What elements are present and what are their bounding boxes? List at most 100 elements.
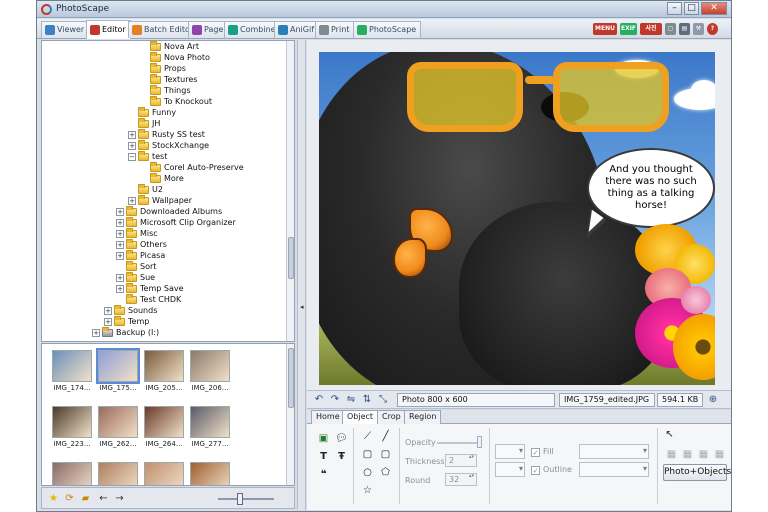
tree-item[interactable]: Test CHDK bbox=[126, 293, 181, 305]
speech-bubble[interactable]: And you thought there was no such thing … bbox=[587, 148, 715, 228]
flip-horizontal-icon[interactable]: ⇋ bbox=[345, 394, 357, 406]
tree-item[interactable]: Nova Photo bbox=[150, 51, 210, 63]
tree-item[interactable]: + Others bbox=[116, 238, 167, 250]
text-tool-icon[interactable]: T bbox=[317, 450, 330, 463]
bring-front-icon[interactable]: ▦ bbox=[665, 448, 678, 461]
line-tool-icon[interactable]: ╱ bbox=[379, 430, 392, 443]
tree-item[interactable]: U2 bbox=[138, 183, 163, 195]
thumbnail-item[interactable] bbox=[188, 460, 232, 485]
insert-photo-icon[interactable]: ▣ bbox=[317, 432, 330, 445]
select-arrow-icon[interactable]: ↖ bbox=[663, 428, 676, 441]
minimize-icon[interactable]: – bbox=[667, 2, 682, 15]
tree-item[interactable]: Funny bbox=[138, 106, 176, 118]
tree-item[interactable]: Nova Art bbox=[150, 41, 199, 52]
star-shape-icon[interactable]: ☆ bbox=[361, 484, 374, 497]
help-icon[interactable]: ? bbox=[707, 23, 718, 35]
menu-button[interactable]: MENU bbox=[593, 23, 617, 35]
tree-item[interactable]: + Backup (I:) bbox=[92, 326, 159, 338]
expand-icon[interactable]: + bbox=[116, 251, 124, 260]
tab-page[interactable]: Page bbox=[188, 21, 229, 38]
outline-checkbox[interactable]: ✓ bbox=[531, 466, 540, 475]
expand-icon[interactable]: + bbox=[128, 130, 136, 139]
thumbnail-item[interactable]: IMG_174... bbox=[50, 348, 94, 398]
expand-icon[interactable]: + bbox=[116, 218, 124, 227]
tree-item[interactable]: − test bbox=[128, 150, 167, 162]
tree-item[interactable]: + Sounds bbox=[104, 304, 157, 316]
expand-icon[interactable]: + bbox=[128, 196, 136, 205]
expand-icon[interactable]: + bbox=[116, 273, 124, 282]
expand-icon[interactable]: + bbox=[116, 229, 124, 238]
refresh-folder-icon[interactable]: ⟳ bbox=[64, 493, 75, 504]
tree-scroll-thumb[interactable] bbox=[288, 237, 294, 279]
rectangle-icon[interactable]: ▢ bbox=[361, 448, 374, 461]
thumbnail-item[interactable] bbox=[142, 460, 186, 485]
tree-item[interactable]: + Rusty SS test bbox=[128, 128, 205, 140]
thumbnail-size-slider-thumb[interactable] bbox=[237, 493, 243, 505]
butterfly-object[interactable] bbox=[391, 208, 461, 284]
collapse-arrow-icon[interactable]: ◂ bbox=[300, 303, 304, 311]
rounded-rectangle-icon[interactable]: ▢ bbox=[379, 448, 392, 461]
speech-balloon-icon[interactable]: 💬︎ bbox=[335, 432, 348, 445]
resize-icon[interactable]: ⤡ bbox=[377, 394, 389, 406]
tree-scrollbar[interactable] bbox=[286, 41, 294, 341]
outline-color-dropdown[interactable] bbox=[495, 462, 525, 477]
tree-item[interactable]: + Temp bbox=[104, 315, 149, 327]
tab-photoscape[interactable]: PhotoScape bbox=[353, 21, 422, 38]
tab-viewer[interactable]: Viewer bbox=[41, 21, 90, 38]
folder-options-icon[interactable]: ▤ bbox=[679, 23, 690, 35]
subtab-home[interactable]: Home bbox=[311, 410, 345, 424]
tree-item[interactable]: JH bbox=[138, 117, 160, 129]
outline-style-dropdown[interactable] bbox=[579, 462, 649, 477]
rotate-right-icon[interactable]: ↷ bbox=[329, 394, 341, 406]
brush-icon[interactable]: ⟋ bbox=[361, 430, 374, 443]
tree-item[interactable]: + Picasa bbox=[116, 249, 165, 261]
rotate-left-icon[interactable]: ↶ bbox=[313, 394, 325, 406]
wrench-icon[interactable]: ⚒ bbox=[693, 23, 704, 35]
tab-combine[interactable]: Combine bbox=[224, 21, 281, 38]
tree-item[interactable]: Things bbox=[150, 84, 191, 96]
tree-item[interactable]: More bbox=[150, 172, 184, 184]
tree-item[interactable]: + Misc bbox=[116, 227, 158, 239]
thumbnail-scroll-thumb[interactable] bbox=[288, 348, 294, 408]
tree-item[interactable]: Corel Auto-Preserve bbox=[150, 161, 244, 173]
tree-item[interactable]: + Downloaded Albums bbox=[116, 205, 222, 217]
thumbnail-item[interactable]: IMG_223... bbox=[50, 404, 94, 454]
thumbnail-item[interactable]: IMG_262... bbox=[96, 404, 140, 454]
text-box-icon[interactable]: Ŧ bbox=[335, 450, 348, 463]
thickness-stepper[interactable]: 2 bbox=[445, 454, 477, 467]
thumbnail-item[interactable]: IMG_277... bbox=[188, 404, 232, 454]
tab-editor[interactable]: Editor bbox=[86, 20, 131, 39]
ellipse-icon[interactable]: ○ bbox=[361, 466, 374, 479]
thumbnail-item[interactable]: IMG_206... bbox=[188, 348, 232, 398]
thumbnail-item[interactable]: IMG_264... bbox=[142, 404, 186, 454]
tree-item[interactable]: Textures bbox=[150, 73, 197, 85]
expand-icon[interactable]: + bbox=[104, 317, 112, 326]
expand-icon[interactable]: + bbox=[116, 240, 124, 249]
fill-style-dropdown[interactable] bbox=[579, 444, 649, 459]
tree-item[interactable]: + StockXchange bbox=[128, 139, 209, 151]
tree-item[interactable]: Sort bbox=[126, 260, 156, 272]
sunglasses-object[interactable] bbox=[407, 52, 679, 138]
photo-objects-button[interactable]: Photo+Objects bbox=[663, 464, 731, 481]
send-back-icon[interactable]: ▦ bbox=[681, 448, 694, 461]
window-mode-icon[interactable]: ▢ bbox=[665, 23, 676, 35]
tree-item[interactable]: Props bbox=[150, 62, 186, 74]
thumbnail-item[interactable]: IMG_205... bbox=[142, 348, 186, 398]
subtab-object[interactable]: Object bbox=[342, 410, 379, 425]
expand-icon[interactable]: + bbox=[116, 284, 124, 293]
thumbnail-size-slider[interactable] bbox=[218, 498, 274, 500]
fill-checkbox[interactable]: ✓ bbox=[531, 448, 540, 457]
close-icon[interactable]: ✕ bbox=[701, 2, 727, 15]
forward-arrow-icon[interactable]: → bbox=[114, 493, 125, 504]
tab-print[interactable]: Print bbox=[315, 21, 355, 38]
open-folder-icon[interactable]: ▰ bbox=[80, 493, 91, 504]
copy-object-icon[interactable]: ▦ bbox=[697, 448, 710, 461]
expand-icon[interactable]: + bbox=[92, 328, 100, 337]
thumbnail-item[interactable] bbox=[50, 460, 94, 485]
maximize-icon[interactable]: □ bbox=[684, 2, 699, 15]
tab-anigif[interactable]: AniGif bbox=[274, 21, 320, 38]
tree-item[interactable]: + Wallpaper bbox=[128, 194, 192, 206]
fill-color-dropdown[interactable] bbox=[495, 444, 525, 459]
star-icon[interactable]: ★ bbox=[48, 493, 59, 504]
expand-icon[interactable]: + bbox=[128, 141, 136, 150]
